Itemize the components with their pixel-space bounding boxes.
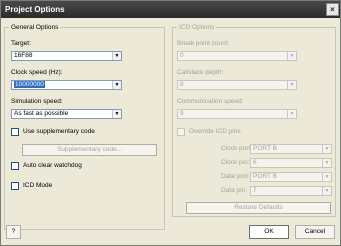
data-pin-dropdown-icon[interactable]: ▼ [322,187,331,195]
data-port-label: Data port: [221,173,250,180]
communication-speed-dropdown-icon[interactable]: ▼ [287,110,296,118]
override-icd-pins-checkbox[interactable] [177,128,185,136]
simulation-speed-dropdown-icon[interactable]: ▼ [112,110,121,118]
auto-clear-watchdog-label: Auto clear watchdog [23,162,82,169]
simulation-speed-value: As fast as possible [14,110,69,117]
clock-speed-value: 10000000 [14,81,45,88]
target-dropdown-icon[interactable]: ▼ [112,52,121,60]
target-select[interactable]: 16F88 ▼ [11,51,122,61]
callstack-depth-dropdown-icon[interactable]: ▼ [287,81,296,89]
cancel-button[interactable]: Cancel [295,225,335,239]
icd-mode-label: ICD Mode [23,182,53,189]
clock-speed-select[interactable]: 10000000 ▼ [11,80,122,90]
clock-speed-label: Clock speed (Hz): [11,69,63,76]
override-icd-pins-label: Override ICD pins [189,128,241,135]
breakpoint-count-dropdown-icon[interactable]: ▼ [287,52,296,60]
clock-pin-dropdown-icon[interactable]: ▼ [322,159,331,167]
icd-mode-checkbox[interactable] [11,182,19,190]
clock-pin-label: Clock pin: [221,159,250,166]
data-port-select[interactable]: PORT B ▼ [250,172,332,182]
data-pin-label: Data pin: [221,187,248,194]
target-value: 16F88 [14,52,33,59]
clock-port-select[interactable]: PORT B ▼ [250,144,332,154]
breakpoint-count-select[interactable]: 0 ▼ [177,51,297,61]
use-supplementary-code-checkbox[interactable] [11,128,19,136]
icd-options-legend: ICD Options [179,24,215,31]
clock-port-label: Clock port: [221,145,253,152]
help-button[interactable]: ? [6,225,21,239]
callstack-depth-label: Callstack depth: [177,69,224,76]
clock-speed-dropdown-icon[interactable]: ▼ [112,81,121,89]
project-options-dialog: Project Options × General Options Target… [0,0,341,246]
callstack-depth-value: 8 [180,81,184,88]
simulation-speed-label: Simulation speed: [11,98,63,105]
communication-speed-label: Communication speed: [177,98,244,105]
data-port-dropdown-icon[interactable]: ▼ [322,173,331,181]
ok-button[interactable]: OK [249,225,289,239]
general-options-legend: General Options [11,24,59,31]
breakpoint-count-value: 0 [180,52,184,59]
clock-port-value: PORT B [253,145,277,152]
clock-pin-value: 6 [253,159,257,166]
breakpoint-count-label: Break point count: [177,40,230,47]
close-icon: × [330,5,335,14]
target-label: Target: [11,40,31,47]
window-title: Project Options [5,5,65,14]
simulation-speed-select[interactable]: As fast as possible ▼ [11,109,122,119]
data-port-value: PORT B [253,173,277,180]
restore-defaults-button[interactable]: Restore Defaults [186,202,331,214]
auto-clear-watchdog-checkbox[interactable] [11,162,19,170]
communication-speed-value: 9 [180,110,184,117]
close-button[interactable]: × [326,3,339,16]
communication-speed-select[interactable]: 9 ▼ [177,109,297,119]
callstack-depth-select[interactable]: 8 ▼ [177,80,297,90]
use-supplementary-code-label: Use supplementary code [23,128,95,135]
data-pin-select[interactable]: 7 ▼ [250,186,332,196]
supplementary-code-button[interactable]: Supplementary code... [22,144,157,156]
data-pin-value: 7 [253,187,257,194]
title-bar: Project Options × [1,1,340,18]
clock-pin-select[interactable]: 6 ▼ [250,158,332,168]
clock-port-dropdown-icon[interactable]: ▼ [322,145,331,153]
